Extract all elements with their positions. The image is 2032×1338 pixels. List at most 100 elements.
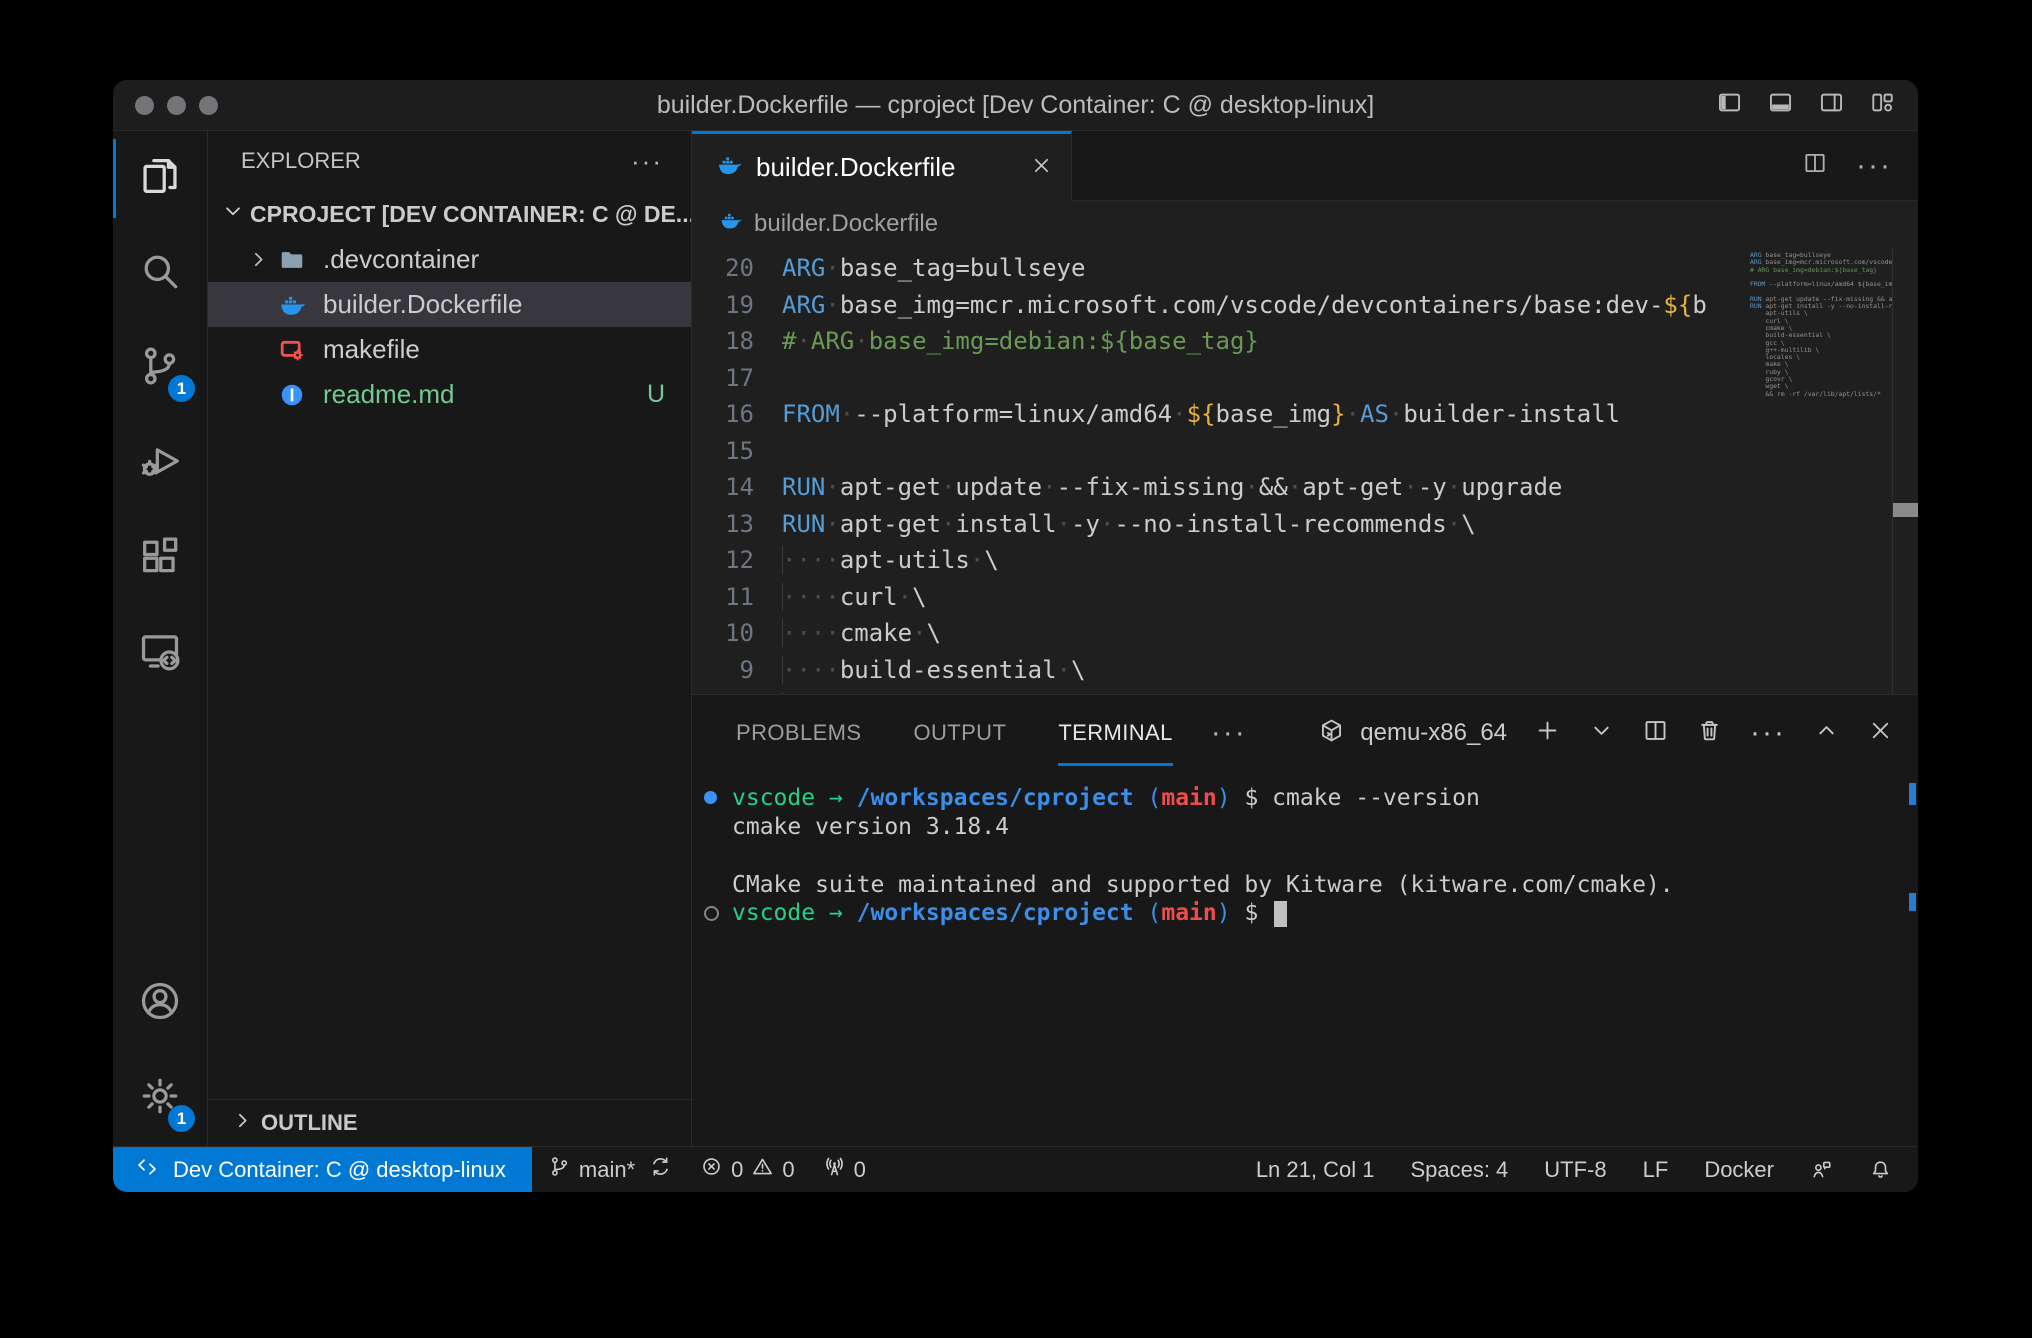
kill-terminal-icon[interactable] (1696, 717, 1723, 749)
activity-accounts[interactable] (113, 956, 207, 1051)
terminal-line (704, 841, 1918, 870)
code-line[interactable]: 11····curl·\ (692, 579, 1750, 616)
minimize-window-button[interactable] (167, 96, 186, 115)
explorer-more-actions-icon[interactable]: ··· (631, 156, 663, 166)
line-number: 17 (692, 364, 754, 392)
tab-close-icon[interactable] (1030, 154, 1053, 182)
warning-count: 0 (782, 1157, 794, 1183)
line-number: 13 (692, 510, 754, 538)
problems-indicator[interactable]: 0 0 (700, 1155, 795, 1184)
maximize-panel-icon[interactable] (1813, 717, 1840, 749)
code-text: #·ARG·base_img=debian:${base_tag} (782, 327, 1750, 355)
cursor-position[interactable]: Ln 21, Col 1 (1256, 1157, 1375, 1183)
toggle-primary-sidebar-icon[interactable] (1716, 89, 1743, 121)
line-number: 16 (692, 400, 754, 428)
code-line[interactable]: 12····apt-utils·\ (692, 542, 1750, 579)
indentation-indicator[interactable]: Spaces: 4 (1410, 1157, 1508, 1183)
split-terminal-icon[interactable] (1642, 717, 1669, 749)
eol-indicator[interactable]: LF (1643, 1157, 1669, 1183)
code-line[interactable]: 13 RUN·apt-get·install·-y·--no-install-re… (692, 506, 1750, 543)
docker-file-icon (716, 152, 742, 183)
chevron-down-icon (220, 198, 246, 230)
ports-count: 0 (854, 1157, 866, 1183)
outline-section-header[interactable]: OUTLINE (208, 1099, 691, 1146)
window-controls (135, 80, 218, 130)
panel-more-actions-icon[interactable]: ··· (1750, 729, 1786, 737)
terminal-line: vscode → /workspaces/cproject (main) $ (704, 899, 1918, 928)
bottom-panel: PROBLEMS OUTPUT TERMINAL ··· qemu-x86_64… (692, 694, 1918, 1146)
workspace-section-header[interactable]: CPROJECT [DEV CONTAINER: C @ DE... (208, 191, 691, 237)
minimap[interactable]: ARG base_tag=bullseyeARG base_img=mcr.mi… (1750, 247, 1893, 694)
sync-icon[interactable] (649, 1155, 672, 1184)
tab-builder-dockerfile[interactable]: builder.Dockerfile (692, 131, 1072, 201)
code-line[interactable]: 19 ARG·base_img=mcr.microsoft.com/vscode/… (692, 287, 1750, 324)
code-line[interactable]: 16 FROM·--platform=linux/amd64·${base_img… (692, 396, 1750, 433)
activity-explorer[interactable] (113, 131, 207, 226)
tree-row-readme-md[interactable]: readme.mdU (208, 372, 691, 417)
code-line[interactable]: 20ARG·base_tag=bullseye (692, 250, 1750, 287)
title-bar[interactable]: builder.Dockerfile — cproject [Dev Conta… (113, 80, 1918, 131)
code-line[interactable]: 15 (692, 433, 1750, 470)
activity-remote-explorer[interactable] (113, 606, 207, 701)
customize-layout-icon[interactable] (1869, 89, 1896, 121)
split-editor-icon[interactable] (1802, 150, 1828, 181)
terminal-line: vscode → /workspaces/cproject (main) $ c… (704, 783, 1918, 812)
terminal-line: CMake suite maintained and supported by … (704, 870, 1918, 899)
extensions-icon (137, 533, 183, 584)
activity-run-debug[interactable] (113, 416, 207, 511)
line-number: 12 (692, 546, 754, 574)
feedback-icon[interactable] (1810, 1158, 1833, 1181)
editor-scrollbar-thumb[interactable] (1893, 503, 1918, 517)
terminal-scroll-decoration (1909, 783, 1916, 805)
code-line[interactable]: 9····build-essential·\ (692, 652, 1750, 689)
activity-source-control[interactable]: 1 (113, 321, 207, 416)
line-number: 20 (692, 254, 754, 282)
remote-indicator[interactable]: Dev Container: C @ desktop-linux (113, 1147, 532, 1192)
line-number: 19 (692, 291, 754, 319)
tree-row-builder-dockerfile[interactable]: builder.Dockerfile (208, 282, 691, 327)
file-tree: .devcontainerbuilder.Dockerfilemakefiler… (208, 237, 691, 417)
tab-output[interactable]: OUTPUT (913, 695, 1006, 771)
close-panel-icon[interactable] (1867, 717, 1894, 749)
terminal-launch-profile-icon[interactable] (1588, 717, 1615, 749)
sidebar-title: EXPLORER (241, 148, 361, 174)
encoding-indicator[interactable]: UTF-8 (1544, 1157, 1606, 1183)
panel-more-tabs-icon[interactable]: ··· (1211, 729, 1247, 737)
toggle-panel-icon[interactable] (1767, 89, 1794, 121)
code-text: ····curl·\ (782, 583, 1750, 611)
branch-indicator[interactable]: main* (548, 1155, 672, 1184)
close-window-button[interactable] (135, 96, 154, 115)
editor-scrollbar[interactable] (1892, 247, 1918, 694)
chevron-right-icon (246, 247, 278, 272)
new-terminal-icon[interactable] (1534, 717, 1561, 749)
tree-row-makefile[interactable]: makefile (208, 327, 691, 372)
code-text: ····cmake·\ (782, 619, 1750, 647)
zoom-window-button[interactable] (199, 96, 218, 115)
breadcrumb[interactable]: builder.Dockerfile (692, 201, 1918, 247)
terminal-instance-label[interactable]: qemu-x86_64 (1360, 719, 1507, 747)
toggle-secondary-sidebar-icon[interactable] (1818, 89, 1845, 121)
activity-extensions[interactable] (113, 511, 207, 606)
activity-bar: 1 1 (113, 131, 208, 1146)
editor-more-actions-icon[interactable]: ··· (1856, 162, 1892, 170)
code-editor[interactable]: 20ARG·base_tag=bullseye 19 ARG·base_img=mc… (692, 247, 1918, 694)
tab-label: builder.Dockerfile (756, 152, 955, 183)
ports-indicator[interactable]: 0 (823, 1155, 866, 1184)
info-icon (278, 380, 308, 410)
code-text: ARG·base_img=mcr.microsoft.com/vscode/de… (782, 291, 1750, 319)
tab-terminal[interactable]: TERMINAL (1058, 695, 1172, 771)
code-line[interactable]: 18#·ARG·base_img=debian:${base_tag} (692, 323, 1750, 360)
language-mode-indicator[interactable]: Docker (1704, 1157, 1774, 1183)
code-line[interactable]: 14RUN·apt-get·update·--fix-missing·&&·ap… (692, 469, 1750, 506)
notifications-bell-icon[interactable] (1869, 1158, 1892, 1181)
activity-settings[interactable]: 1 (113, 1051, 207, 1146)
activity-search[interactable] (113, 226, 207, 321)
code-line[interactable]: 17 (692, 360, 1750, 397)
tab-problems[interactable]: PROBLEMS (736, 695, 861, 771)
terminal-content[interactable]: vscode → /workspaces/cproject (main) $ c… (692, 771, 1918, 1146)
code-line[interactable]: 10····cmake·\ (692, 615, 1750, 652)
error-icon (700, 1155, 723, 1184)
code-text: FROM·--platform=linux/amd64·${base_img}·… (782, 400, 1750, 428)
code-text: RUN·apt-get·install·-y·--no-install-reco… (782, 510, 1750, 538)
tree-row--devcontainer[interactable]: .devcontainer (208, 237, 691, 282)
